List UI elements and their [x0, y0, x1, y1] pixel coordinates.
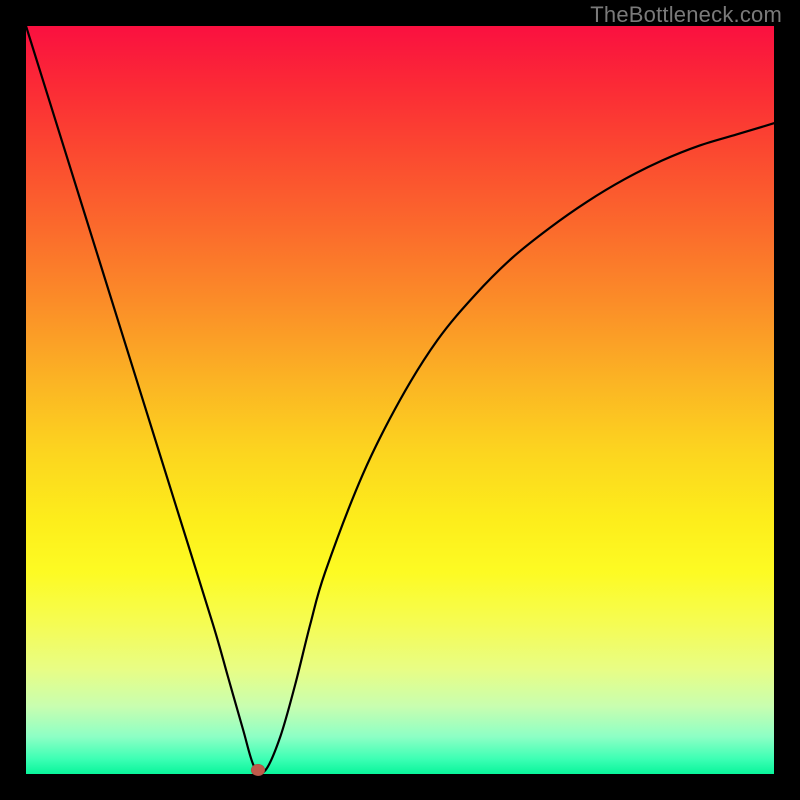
bottleneck-curve [26, 26, 774, 774]
watermark-text: TheBottleneck.com [590, 2, 782, 28]
optimal-point-marker [251, 764, 265, 776]
chart-container: TheBottleneck.com [0, 0, 800, 800]
